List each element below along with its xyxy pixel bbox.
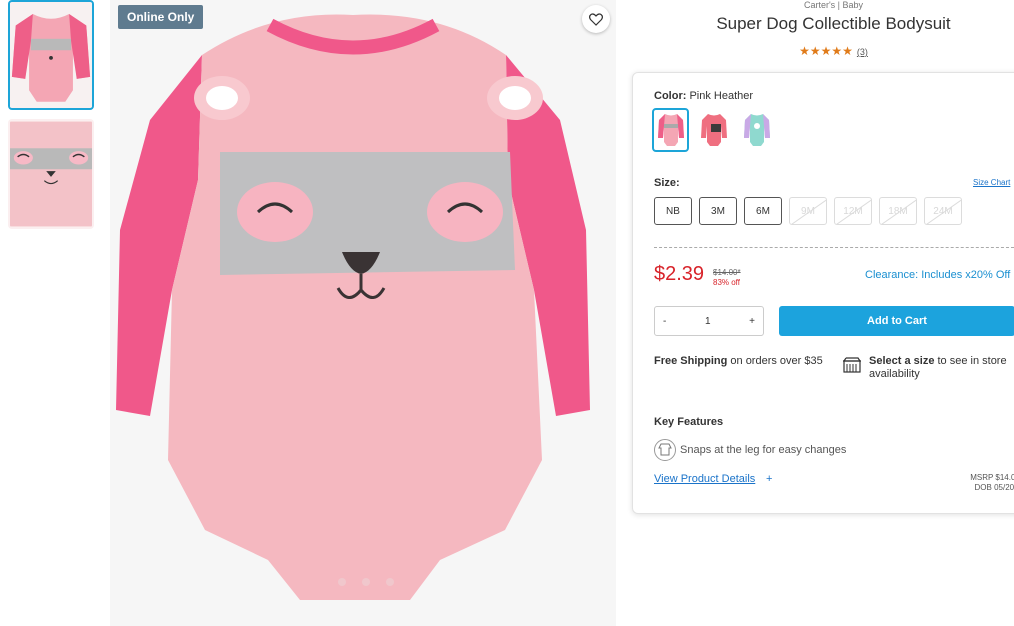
size-chart-link[interactable]: Size Chart [973, 178, 1010, 187]
store-availability: Select a size to see in store availabili… [869, 355, 1014, 381]
rating[interactable]: ★★★★★ (3) [632, 44, 1014, 58]
online-only-badge: Online Only [118, 5, 204, 29]
size-option-12m: 12M [834, 197, 872, 225]
quantity-minus-button[interactable]: - [663, 316, 666, 327]
product-title: Super Dog Collectible Bodysuit [716, 14, 951, 33]
divider [654, 247, 1014, 248]
store-icon [843, 357, 861, 373]
color-value: Pink Heather [689, 90, 754, 102]
rating-stars: ★★★★★ [799, 44, 853, 58]
size-options: NB 3M 6M 9M 12M 18M 24M [654, 197, 962, 225]
key-feature-item: Snaps at the leg for easy changes [654, 439, 846, 461]
size-option-18m: 18M [879, 197, 917, 225]
bodysuit-snap-icon [654, 439, 676, 461]
key-feature-text: Snaps at the leg for easy changes [680, 444, 847, 456]
size-option-nb[interactable]: NB [654, 197, 692, 225]
view-product-details-link[interactable]: View Product Details [654, 473, 755, 485]
color-label: Color: Pink Heather [654, 90, 753, 102]
quantity-input[interactable]: 1 [705, 316, 711, 327]
swatch-pink[interactable] [695, 108, 732, 152]
msrp-info: MSRP $14.00* DOB 05/2019 [970, 473, 1014, 493]
shipping-bold: Free Shipping [654, 355, 728, 367]
key-features-title: Key Features [654, 416, 724, 428]
purchase-panel: Color: Pink Heather Size: Size Chart NB … [632, 72, 1014, 514]
details-expand-icon[interactable]: + [766, 473, 772, 485]
add-to-cart-button[interactable]: Add to Cart [779, 306, 1014, 336]
msrp-text: MSRP $14.00* [970, 473, 1014, 482]
thumbnail-front[interactable] [8, 0, 94, 110]
favorite-button[interactable] [582, 5, 610, 33]
heart-icon [589, 12, 603, 26]
bodysuit-image [110, 0, 616, 626]
sale-price: $2.39 [654, 263, 705, 285]
size-option-6m[interactable]: 6M [744, 197, 782, 225]
brand-breadcrumb[interactable]: Carter's | Baby [632, 0, 1014, 10]
color-label-text: Color: [654, 90, 687, 102]
discount-percent: 83% off [713, 278, 740, 287]
shipping-info: Free Shipping on orders over $35 [654, 355, 824, 368]
thumbnail-list [8, 0, 96, 238]
store-bold[interactable]: Select a size [869, 355, 934, 367]
size-label: Size: [654, 177, 680, 189]
swatch-pink-heather[interactable] [652, 108, 689, 152]
quantity-stepper: - 1 + [654, 306, 764, 336]
thumbnail-face[interactable] [8, 119, 94, 229]
size-option-9m: 9M [789, 197, 827, 225]
original-price: $14.00* [713, 268, 741, 277]
main-product-image[interactable]: Online Only [110, 0, 616, 626]
review-count-link[interactable]: (3) [857, 47, 868, 57]
size-option-3m[interactable]: 3M [699, 197, 737, 225]
shipping-rest: on orders over $35 [727, 355, 823, 367]
quantity-plus-button[interactable]: + [749, 316, 755, 327]
swatch-mint[interactable] [738, 108, 775, 152]
dob-text: DOB 05/2019 [974, 483, 1014, 492]
size-option-24m: 24M [924, 197, 962, 225]
clearance-link[interactable]: Clearance: Includes x20% Off [865, 269, 1010, 281]
color-swatches [652, 108, 775, 152]
